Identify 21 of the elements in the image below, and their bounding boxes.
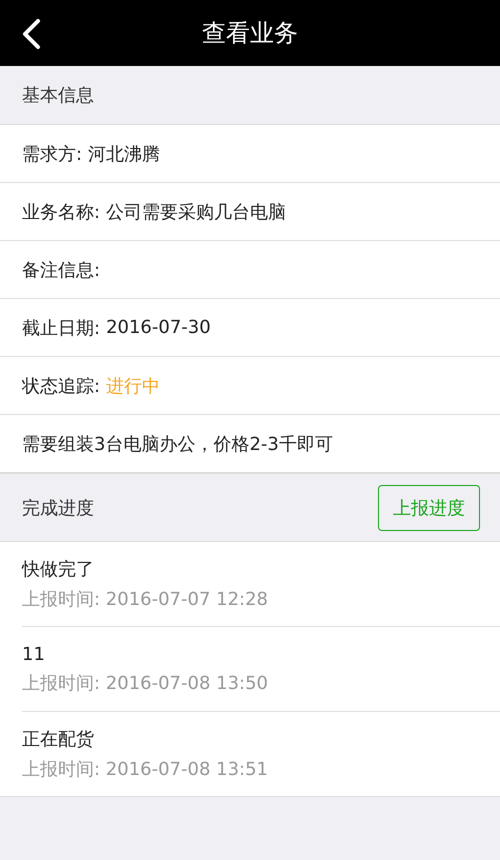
field-value: 2016-07-30 (106, 317, 211, 338)
field-label: 截止日期: (22, 316, 100, 340)
progress-text: 正在配货 (22, 728, 95, 751)
report-time: 上报时间: 2016-07-08 13:50 (22, 672, 269, 694)
field-label: 备注信息: (22, 258, 100, 282)
page-title: 查看业务 (201, 18, 299, 49)
report-time: 上报时间: 2016-07-07 12:28 (22, 588, 269, 611)
field-value: 公司需要采购几台电脑 (106, 200, 286, 224)
report-progress-button[interactable]: 上报进度 (378, 484, 480, 530)
field-label: 状态追踪: (22, 374, 100, 398)
report-time: 上报时间: 2016-07-08 13:51 (22, 758, 269, 781)
section-title: 基本信息 (22, 84, 94, 107)
section-title: 完成进度 (22, 496, 94, 520)
status-value: 进行中 (106, 374, 160, 398)
field-value: 河北沸腾 (88, 142, 160, 166)
field-label: 需求方: (22, 142, 82, 166)
back-icon[interactable] (20, 19, 42, 49)
progress-text: 快做完了 (22, 558, 95, 581)
note-text: 需要组装3台电脑办公，价格2-3千即可 (22, 432, 333, 456)
progress-text: 11 (22, 644, 46, 664)
field-label: 业务名称: (22, 200, 100, 224)
